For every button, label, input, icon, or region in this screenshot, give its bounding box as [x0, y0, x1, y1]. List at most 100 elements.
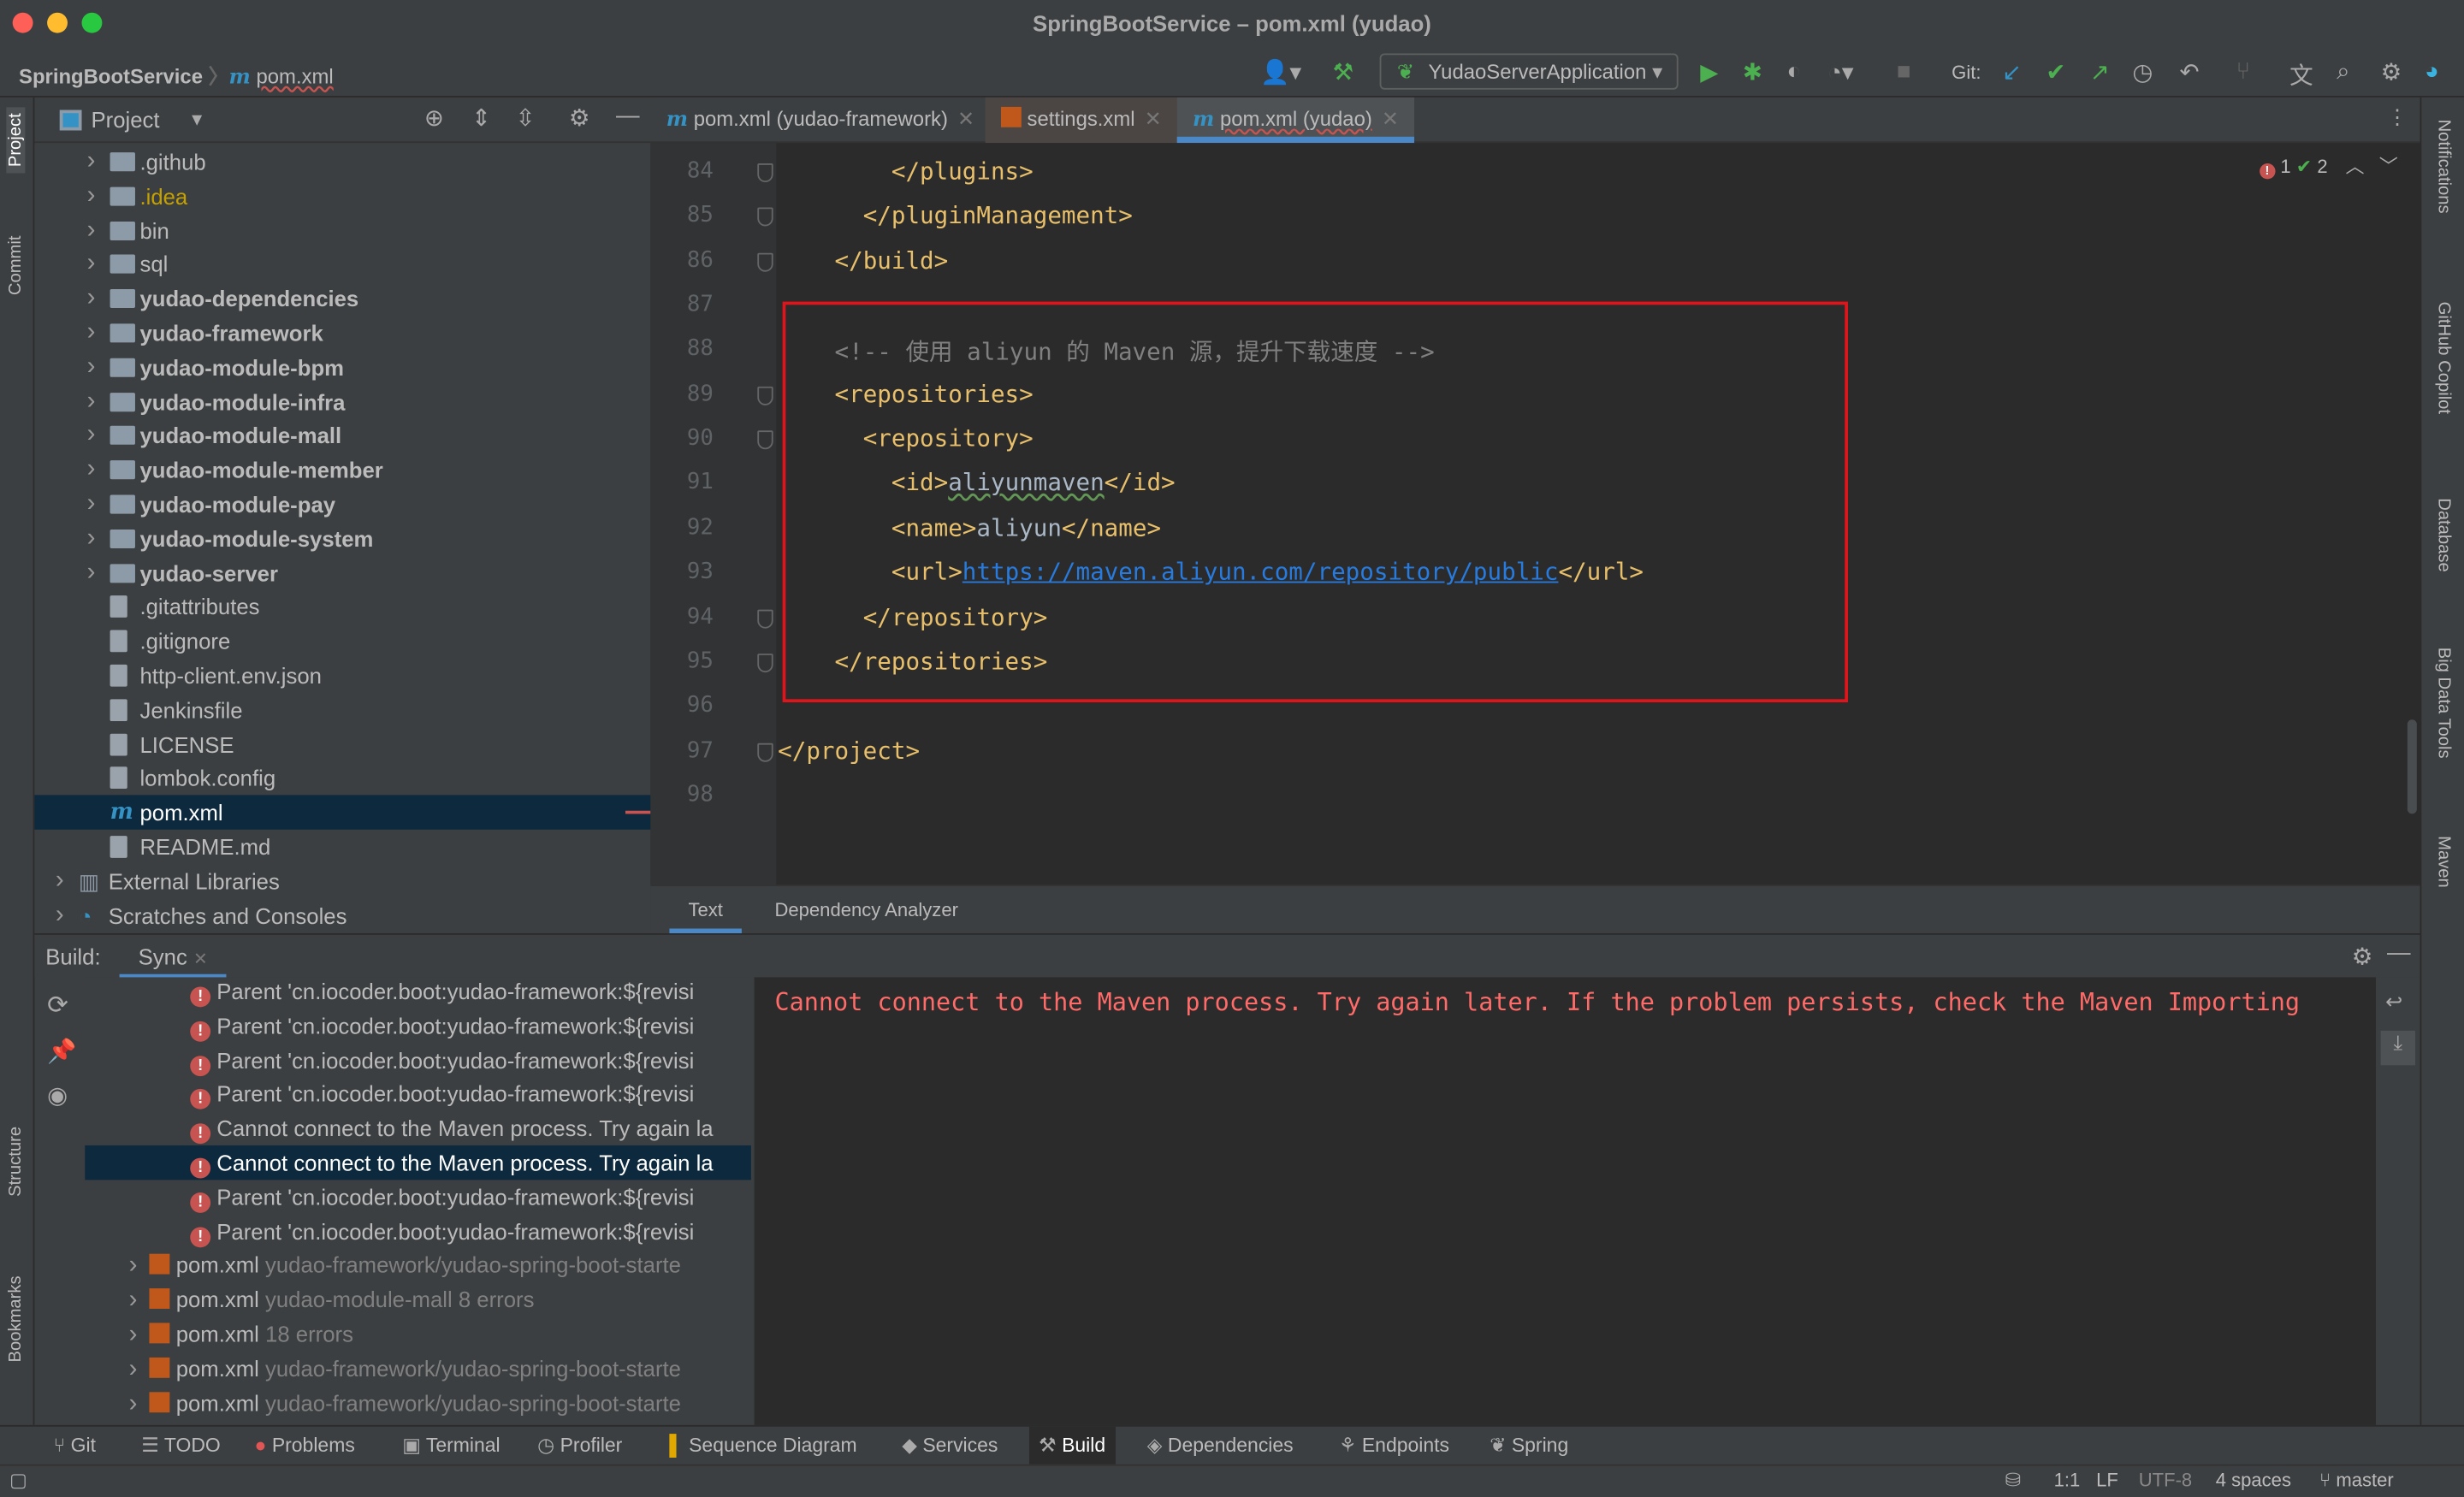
chevron-right-icon[interactable]: › [50, 864, 69, 898]
build-message[interactable]: › pom.xml yudao-framework/yudao-spring-b… [85, 1385, 751, 1419]
chevron-right-icon[interactable]: › [82, 145, 101, 179]
stripe-notifications[interactable]: Notifications [2434, 120, 2453, 214]
tool-window-services[interactable]: ◆ Services [892, 1427, 1007, 1464]
run-icon[interactable]: ▶ [1700, 58, 1718, 86]
chevron-down-icon[interactable]: ▾ [192, 107, 202, 132]
tool-window-endpoints[interactable]: ⚘ Endpoints [1330, 1427, 1459, 1464]
chevron-right-icon[interactable]: › [82, 487, 101, 521]
tree-item[interactable]: › yudao-module-system [34, 521, 650, 555]
search-icon[interactable]: ⌕ [2337, 58, 2349, 85]
file-encoding[interactable]: UTF-8 [2139, 1469, 2192, 1491]
sync-icon[interactable]: ⟳ [47, 990, 68, 1021]
indent-setting[interactable]: 4 spaces [2216, 1469, 2291, 1491]
fold-marker-icon[interactable] [757, 386, 773, 405]
run-configuration-select[interactable]: ❦ YudaoServerApplication ▾ [1379, 53, 1679, 90]
tool-window-git[interactable]: ⑂ Git [44, 1427, 105, 1464]
tree-item[interactable]: .gitattributes [34, 589, 650, 624]
fold-marker-icon[interactable] [757, 163, 773, 183]
breadcrumb-project[interactable]: SpringBootService [19, 64, 203, 88]
collapse-all-icon[interactable]: ⇳ [515, 104, 535, 132]
line-separator[interactable]: LF [2096, 1469, 2118, 1491]
tree-item[interactable]: › ◔ Scratches and Consoles [34, 898, 650, 932]
tree-item[interactable]: › sql [34, 247, 650, 281]
inspection-widget[interactable]: ! 1 ✔ 2 ︿ ﹀ [2259, 152, 2398, 180]
build-message[interactable]: › pom.xml yudao-module-mall 8 errors [85, 1282, 751, 1317]
eye-icon[interactable]: ◉ [47, 1081, 68, 1109]
fold-marker-icon[interactable] [757, 608, 773, 628]
tree-item[interactable]: › yudao-server [34, 555, 650, 589]
branch-icon[interactable]: ⑂ [2236, 58, 2251, 85]
chevron-right-icon[interactable]: › [82, 281, 101, 316]
stripe-project[interactable]: Project [6, 106, 26, 174]
chevron-right-icon[interactable]: › [82, 418, 101, 453]
chevron-right-icon[interactable]: › [129, 1356, 138, 1382]
stripe-github-copilot[interactable]: GitHub Copilot [2434, 302, 2453, 414]
hide-panel-icon[interactable]: — [2387, 939, 2411, 966]
fold-marker-icon[interactable] [757, 430, 773, 450]
chevron-right-icon[interactable]: › [82, 384, 101, 418]
stop-icon[interactable]: ■ [1897, 58, 1911, 85]
tree-item[interactable]: › bin [34, 213, 650, 247]
copilot-icon[interactable]: ⛁ [2005, 1469, 2021, 1491]
build-message[interactable]: › pom.xml 18 errors [85, 1317, 751, 1351]
tree-item[interactable]: m pom.xml [34, 795, 651, 831]
tree-item[interactable]: › yudao-module-infra [34, 384, 650, 418]
next-icon[interactable]: ﹀ [2379, 156, 2398, 178]
tool-window-problems[interactable]: ● Problems [246, 1427, 364, 1464]
build-message[interactable]: ! Cannot connect to the Maven process. T… [85, 1145, 751, 1180]
tab-pom-yudao-framework[interactable]: m pom.xml (yudao-framework) ✕ [650, 98, 990, 143]
caret-position[interactable]: 1:1 [2054, 1469, 2081, 1491]
close-icon[interactable]: ✕ [1382, 107, 1399, 131]
tree-item[interactable]: › yudao-module-bpm [34, 350, 650, 384]
user-icon[interactable]: 👤▾ [1260, 58, 1301, 86]
chevron-right-icon[interactable]: › [82, 521, 101, 555]
git-commit-icon[interactable]: ✔ [2046, 58, 2065, 86]
tree-item[interactable]: lombok.config [34, 761, 650, 796]
git-push-icon[interactable]: ↗ [2090, 58, 2110, 86]
chevron-right-icon[interactable]: › [82, 555, 101, 589]
chevron-right-icon[interactable]: › [129, 1253, 138, 1280]
tool-window-dependencies[interactable]: ◈ Dependencies [1138, 1427, 1303, 1464]
build-message[interactable]: › pom.xml yudao-framework/yudao-spring-b… [85, 1248, 751, 1282]
fold-marker-icon[interactable] [757, 252, 773, 272]
tree-item[interactable]: › yudao-module-mall [34, 418, 650, 453]
chevron-right-icon[interactable]: › [82, 350, 101, 384]
expand-all-icon[interactable]: ⇕ [471, 104, 491, 132]
soft-wrap-icon[interactable]: ↩ [2385, 990, 2402, 1015]
minimize-window-button[interactable] [47, 12, 68, 33]
tab-pom-yudao[interactable]: m pom.xml (yudao) ✕ [1176, 97, 1415, 144]
tree-item[interactable]: Jenkinsfile [34, 693, 650, 727]
hide-panel-icon[interactable]: — [616, 102, 640, 128]
build-hammer-icon[interactable]: ⚒ [1333, 58, 1354, 86]
scroll-to-end-icon[interactable]: ⤓ [2380, 1030, 2416, 1066]
stripe-maven[interactable]: Maven [2434, 836, 2453, 888]
maximize-window-button[interactable] [81, 12, 103, 33]
build-message[interactable]: ! Parent 'cn.iocoder.boot:yudao-framewor… [85, 1214, 751, 1248]
tree-item[interactable]: › yudao-module-member [34, 453, 650, 487]
build-message[interactable]: ! Parent 'cn.iocoder.boot:yudao-framewor… [85, 1180, 751, 1214]
stripe-big-data-tools[interactable]: Big Data Tools [2434, 648, 2453, 759]
translate-icon[interactable]: 文 [2289, 58, 2313, 92]
tab-sync[interactable]: Sync ✕ [119, 935, 227, 979]
tool-window-terminal[interactable]: ▣ Terminal [393, 1427, 509, 1464]
previous-icon[interactable]: ︿ [2346, 156, 2365, 178]
tree-item[interactable]: › yudao-module-pay [34, 487, 650, 521]
build-message[interactable]: ! Cannot connect to the Maven process. T… [85, 1111, 751, 1145]
project-view-select[interactable]: Project [92, 107, 160, 132]
build-message[interactable]: ! Parent 'cn.iocoder.boot:yudao-framewor… [85, 977, 751, 1009]
chevron-right-icon[interactable]: › [82, 213, 101, 247]
stripe-structure[interactable]: Structure [6, 1127, 25, 1197]
chevron-right-icon[interactable]: › [82, 247, 101, 281]
chevron-right-icon[interactable]: › [82, 453, 101, 487]
tree-item[interactable]: README.md [34, 830, 650, 864]
chevron-right-icon[interactable]: › [50, 898, 69, 932]
tree-item[interactable]: › yudao-framework [34, 316, 650, 350]
tool-window-sequence-diagram[interactable]: ▌ Sequence Diagram [660, 1427, 866, 1464]
fold-marker-icon[interactable] [757, 653, 773, 672]
tree-item[interactable]: › .github [34, 145, 650, 179]
close-icon[interactable]: ✕ [957, 107, 974, 131]
settings-gear-icon[interactable]: ⚙ [2352, 943, 2373, 971]
git-branch[interactable]: ⑂ master [2319, 1469, 2394, 1491]
chevron-right-icon[interactable]: › [129, 1287, 138, 1314]
tool-window-spring[interactable]: ❦ Spring [1480, 1427, 1578, 1464]
